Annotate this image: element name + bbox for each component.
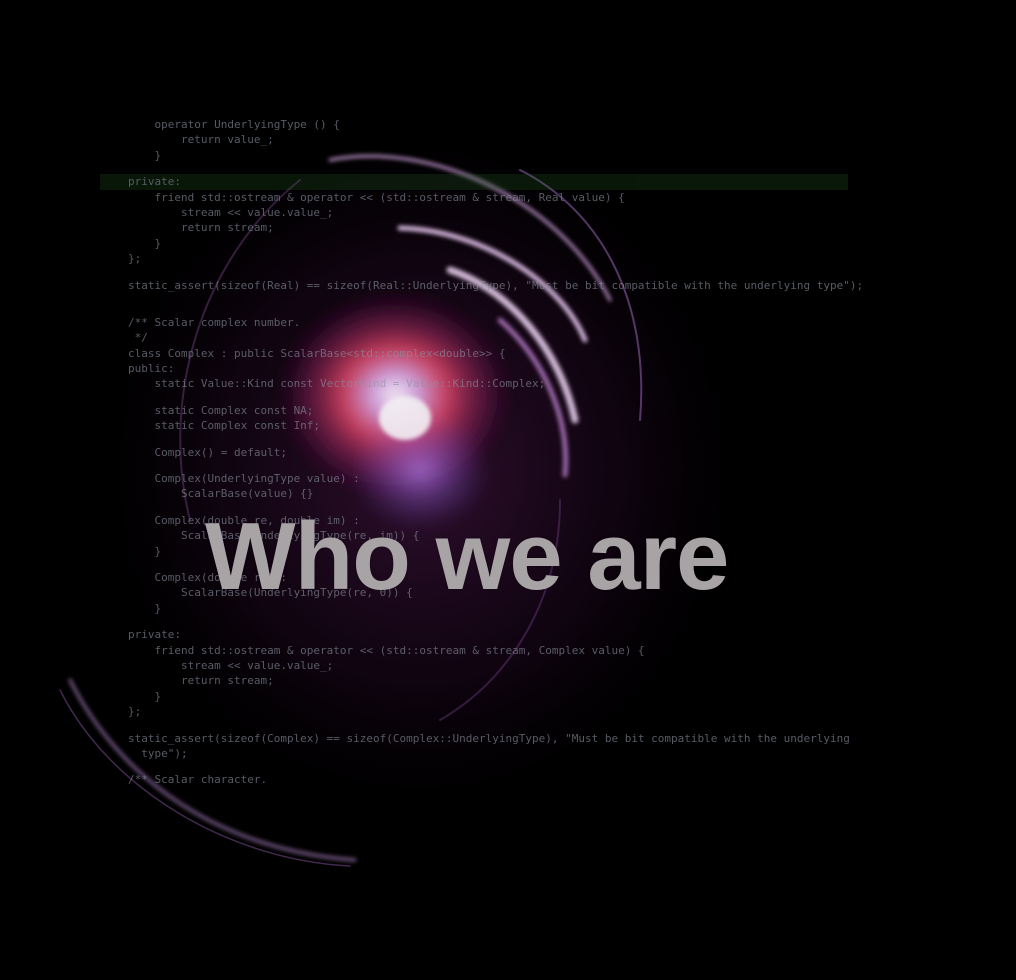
code-line: class Complex : public ScalarBase<std::c…	[128, 346, 506, 360]
code-line: type");	[128, 746, 188, 760]
code-line: static_assert(sizeof(Real) == sizeof(Rea…	[128, 278, 864, 292]
code-line: }	[128, 236, 162, 250]
code-line: Complex() = default;	[128, 445, 287, 459]
code-line: operator UnderlyingType () {	[128, 118, 340, 131]
code-line: }	[128, 689, 162, 703]
code-line: ScalarBase(value) {}	[128, 487, 314, 501]
code-line: return stream;	[128, 221, 274, 235]
code-line: };	[128, 252, 142, 266]
code-line: };	[128, 705, 142, 719]
code-line: Complex(UnderlyingType value) :	[128, 472, 360, 486]
code-line: return stream;	[128, 674, 274, 688]
code-line: private:	[128, 628, 181, 642]
code-line: static Complex const NA;	[128, 403, 314, 417]
code-line: static Complex const Inf;	[128, 419, 321, 433]
code-line: /** Scalar character.	[128, 773, 268, 787]
code-line: friend std::ostream & operator << (std::…	[128, 190, 625, 204]
code-line: /** Scalar complex number.	[128, 315, 301, 329]
code-line: */	[128, 331, 148, 345]
code-line: stream << value.value_;	[128, 658, 334, 672]
code-line: }	[128, 148, 162, 162]
code-line: stream << value.value_;	[128, 205, 334, 219]
code-line: static Value::Kind const VectorKind = Va…	[128, 377, 546, 391]
code-line: return value_;	[128, 133, 274, 147]
hero-image: operator UnderlyingType () { return valu…	[0, 0, 1016, 980]
code-editor-background: operator UnderlyingType () { return valu…	[100, 117, 864, 788]
page-title: Who we are	[205, 503, 729, 610]
code-line: static_assert(sizeof(Complex) == sizeof(…	[128, 731, 850, 745]
code-line: public:	[128, 362, 175, 376]
code-line-highlighted: private:	[100, 174, 848, 190]
code-line: friend std::ostream & operator << (std::…	[128, 643, 645, 657]
